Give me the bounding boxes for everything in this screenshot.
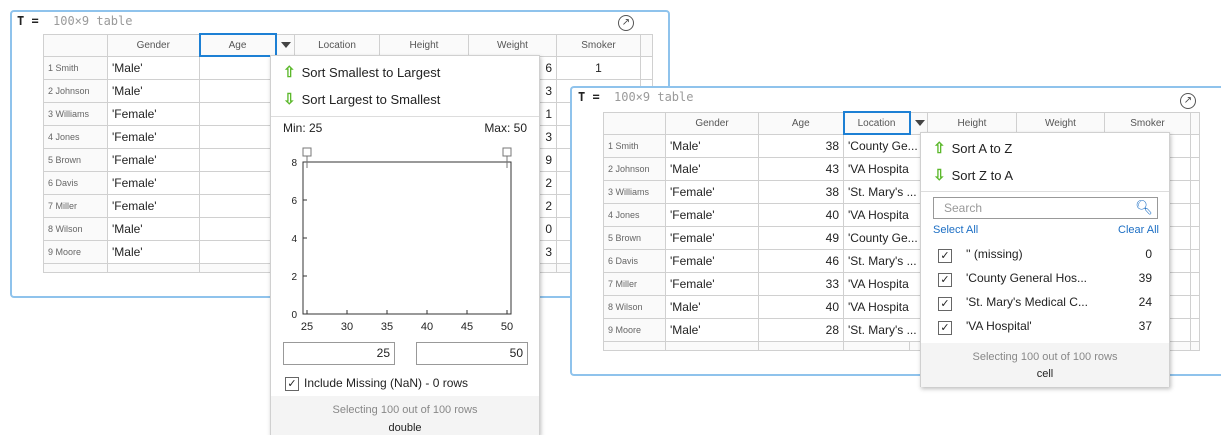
range-handle	[502, 147, 512, 157]
check-icon: ✓	[940, 322, 950, 334]
table-size: 100×9 table	[614, 90, 694, 104]
open-in-new-icon[interactable]: ↗	[1180, 93, 1196, 109]
column-header-selected[interactable]: Location	[842, 111, 911, 135]
column-filter-button[interactable]	[275, 33, 295, 57]
sort-a-to-z-item[interactable]: ⇧ Sort A to Z	[933, 139, 1012, 157]
min-label: Min: 25	[283, 121, 323, 135]
list-item[interactable]: ✓ '' (missing) 0	[921, 243, 1169, 267]
arrow-up-icon: ⇧	[933, 140, 946, 157]
divider	[921, 191, 1169, 192]
numeric-filter-menu: ⇧ Sort Smallest to Largest ⇩ Sort Largest …	[270, 55, 540, 435]
open-in-new-icon[interactable]: ↗	[618, 15, 634, 31]
select-all-link[interactable]: Select All	[933, 224, 978, 236]
max-label: Max: 50	[484, 121, 527, 135]
selection-status: Selecting 100 out of 100 rows	[972, 351, 1118, 363]
x-tick-label: 30	[341, 321, 353, 333]
arrow-down-icon: ⇩	[933, 167, 946, 184]
item-checkbox[interactable]: ✓	[938, 297, 952, 311]
filter-status-footer: Selecting 100 out of 100 rows double	[271, 396, 539, 435]
sort-z-to-a-item[interactable]: ⇩ Sort Z to A	[933, 166, 1013, 184]
column-header[interactable]: Smoker	[556, 33, 641, 57]
y-tick-label: 8	[291, 158, 297, 169]
x-tick-label: 35	[381, 321, 393, 333]
y-tick-label: 2	[291, 272, 297, 283]
include-missing-checkbox[interactable]: ✓	[285, 377, 299, 391]
item-checkbox[interactable]: ✓	[938, 273, 952, 287]
x-tick-label: 40	[421, 321, 433, 333]
list-item[interactable]: ✓ 'County General Hos... 39	[921, 267, 1169, 291]
column-header[interactable]: Weight	[1016, 111, 1105, 135]
max-value-input[interactable]: 50	[416, 342, 528, 365]
column-header[interactable]: Gender	[107, 33, 200, 57]
x-tick-label: 45	[461, 321, 473, 333]
include-missing-label: Include Missing (NaN) - 0 rows	[304, 376, 469, 390]
item-checkbox[interactable]: ✓	[938, 321, 952, 335]
magnifier-icon[interactable]: 🔍︎	[1135, 199, 1153, 216]
filter-status-footer: Selecting 100 out of 100 rows cell	[921, 343, 1169, 387]
variable-type: double	[388, 422, 422, 434]
x-tick-label: 25	[301, 321, 313, 333]
sort-descending-item[interactable]: ⇩ Sort Largest to Smallest	[283, 90, 440, 108]
list-item[interactable]: ✓ 'VA Hospital' 37	[921, 315, 1169, 339]
range-handle	[302, 147, 312, 157]
list-item[interactable]: ✓ 'St. Mary's Medical C... 24	[921, 291, 1169, 315]
column-header[interactable]: Height	[379, 33, 469, 57]
check-icon: ✓	[940, 250, 950, 262]
y-tick-label: 0	[291, 310, 297, 321]
sort-ascending-item[interactable]: ⇧ Sort Smallest to Largest	[283, 63, 440, 81]
chevron-down-icon	[914, 119, 925, 126]
check-icon: ✓	[287, 378, 297, 390]
column-filter-button[interactable]	[909, 111, 928, 135]
plot-frame	[302, 161, 512, 315]
column-header[interactable]: Gender	[665, 111, 759, 135]
text-filter-menu: ⇧ Sort A to Z ⇩ Sort Z to A Search 🔍︎ Sele…	[920, 132, 1170, 387]
corner-header	[603, 111, 666, 135]
column-header[interactable]: Height	[927, 111, 1017, 135]
item-checkbox[interactable]: ✓	[938, 249, 952, 263]
clear-all-link[interactable]: Clear All	[1118, 224, 1159, 236]
y-tick-label: 4	[291, 234, 297, 245]
column-header[interactable]: Smoker	[1104, 111, 1191, 135]
column-header	[1190, 111, 1200, 135]
variable-label: T =	[17, 14, 39, 28]
column-header[interactable]: Location	[294, 33, 380, 57]
histogram-chart: 0 2 4 6 8 25 30 35 40 45 50	[291, 147, 513, 333]
variable-label: T =	[578, 90, 600, 104]
selection-status: Selecting 100 out of 100 rows	[332, 404, 478, 416]
x-tick-label: 50	[501, 321, 513, 333]
divider	[271, 116, 539, 117]
check-icon: ✓	[940, 298, 950, 310]
arrow-down-icon: ⇩	[283, 91, 296, 108]
corner-header	[43, 33, 108, 57]
min-value-input[interactable]: 25	[283, 342, 395, 365]
histogram-axes: 0 2 4 6 8 25 30 35 40 45 50	[291, 147, 513, 333]
chevron-down-icon	[280, 41, 291, 48]
search-input[interactable]: Search 🔍︎	[933, 197, 1158, 219]
column-header[interactable]: Age	[758, 111, 844, 135]
y-tick-label: 6	[291, 196, 297, 207]
column-header	[640, 33, 653, 57]
check-icon: ✓	[940, 274, 950, 286]
variable-type: cell	[1036, 368, 1054, 380]
column-header[interactable]: Weight	[468, 33, 557, 57]
column-header-selected[interactable]: Age	[198, 33, 277, 57]
arrow-up-icon: ⇧	[283, 64, 296, 81]
table-size: 100×9 table	[53, 14, 133, 28]
